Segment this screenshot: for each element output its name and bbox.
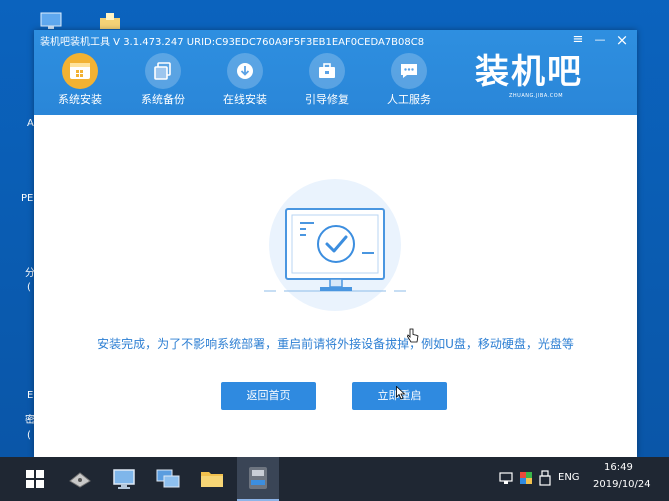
nav-boot-repair[interactable]: 引导修复 [295,53,359,107]
monitor-check-icon [264,179,406,311]
installer-window: 装机吧装机工具 V 3.1.473.247 URID:C93EDC760A9F5… [34,30,637,457]
taskbar-installer[interactable] [237,457,279,501]
desktop-network-icon[interactable] [98,12,122,30]
taskbar-computer[interactable] [104,457,144,501]
nav-system-install[interactable]: 系统安装 [48,53,112,107]
app-logo: 装机吧 ZHUANG.JIBA.COM [475,50,593,104]
desktop-fragment-paren2: ( [27,430,31,441]
install-complete-message: 安装完成，为了不影响系统部署，重启前请将外接设备拔掉，例如U盘，移动硬盘，光盘等 [97,337,574,351]
color-tray-icon[interactable] [519,471,533,485]
chat-icon [391,53,427,89]
desktop-fragment-pe: PE [21,193,34,204]
nav-label: 在线安装 [223,93,267,106]
nav-label: 人工服务 [387,93,431,106]
network-tray-icon[interactable] [499,471,513,485]
close-button[interactable]: × [614,33,630,48]
window-header: 装机吧装机工具 V 3.1.473.247 URID:C93EDC760A9F5… [34,30,637,115]
nav-manual-service[interactable]: 人工服务 [377,53,441,107]
arrow-cursor-icon [396,386,406,400]
folder-icon [201,472,223,487]
menu-button[interactable]: ≡ [570,33,586,47]
start-button[interactable] [16,457,54,501]
taskbar-explorer[interactable] [192,457,232,501]
nav-online-install[interactable]: 在线安装 [213,53,277,107]
main-content: 安装完成，为了不影响系统部署，重启前请将外接设备拔掉，例如U盘，移动硬盘，光盘等… [34,115,637,457]
minimize-button[interactable]: — [592,33,608,47]
network-computer-icon [156,469,180,488]
hand-cursor-icon [407,328,419,343]
desktop-fragment-paren1: ( [27,282,31,293]
return-home-button[interactable]: 返回首页 [221,382,316,410]
computer-icon [113,469,135,489]
desktop-computer-icon[interactable] [40,12,62,30]
windows-install-icon [62,53,98,89]
nav-system-backup[interactable]: 系统备份 [131,53,195,107]
installer-app-icon [249,467,267,489]
download-icon [227,53,263,89]
logo-subtitle: ZHUANG.JIBA.COM [509,93,564,99]
window-title: 装机吧装机工具 V 3.1.473.247 URID:C93EDC760A9F5… [40,37,425,48]
taskbar: ENG 16:49 2019/10/24 [0,457,669,501]
language-indicator[interactable]: ENG [558,472,580,483]
logo-text: 装机吧 [475,52,583,92]
backup-icon [145,53,181,89]
clock-time[interactable]: 16:49 [604,462,633,473]
nav-label: 系统安装 [58,93,102,106]
desktop-fragment-e: E [27,390,34,401]
nav-label: 引导修复 [305,93,349,106]
clock-date[interactable]: 2019/10/24 [593,479,651,490]
toolbox-icon [309,53,345,89]
usb-tray-icon[interactable] [539,470,551,486]
windows-logo-icon [26,470,44,488]
taskbar-network[interactable] [148,457,188,501]
taskbar-disk-tool[interactable] [60,457,100,501]
disk-drive-icon [69,472,91,488]
desktop-fragment-a: A [27,118,34,129]
nav-label: 系统备份 [141,93,185,106]
